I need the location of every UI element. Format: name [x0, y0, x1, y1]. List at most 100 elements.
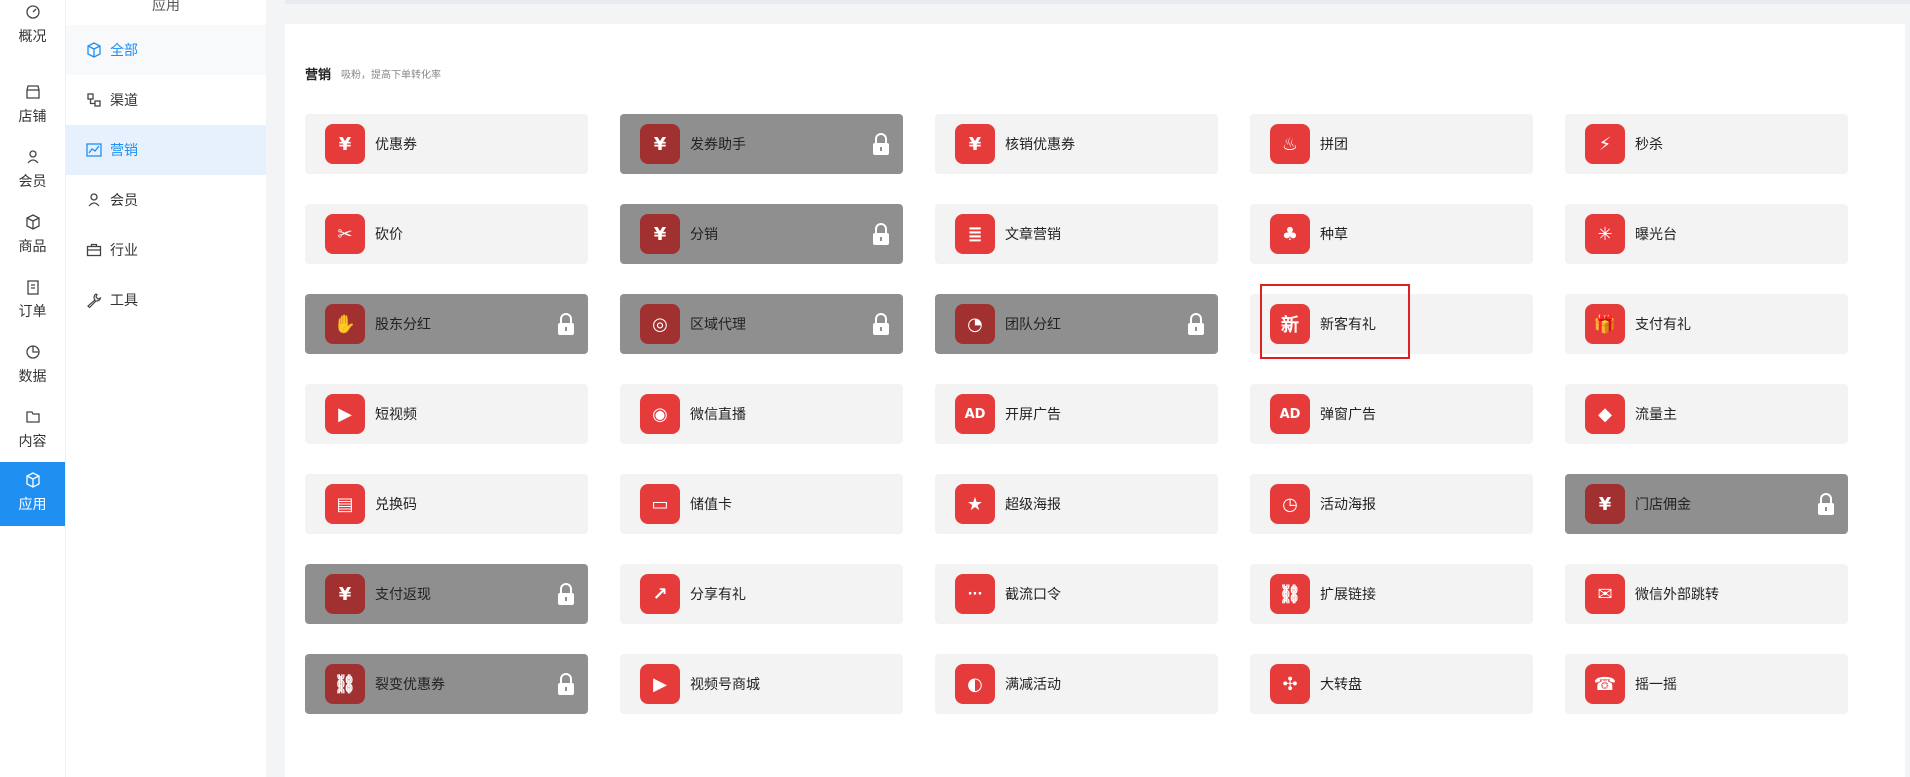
app-label: 开屏广告 — [1005, 407, 1061, 423]
app-icon: ✂ — [325, 214, 365, 254]
dashboard-icon — [25, 5, 40, 19]
pie-icon — [25, 345, 40, 359]
rail-item-orders[interactable]: 订单 — [0, 275, 65, 339]
rail-label: 商品 — [18, 239, 47, 255]
top-divider — [285, 0, 1910, 4]
app-icon: ▤ — [325, 484, 365, 524]
wrench-icon — [87, 293, 102, 308]
app-icon: ♨ — [1270, 124, 1310, 164]
app-card[interactable]: ◐ 满减活动 — [935, 654, 1218, 714]
subnav-label: 渠道 — [110, 93, 138, 109]
app-label: 砍价 — [375, 227, 403, 243]
subnav-item-tools[interactable]: 工具 — [66, 275, 266, 325]
subnav-label: 全部 — [110, 43, 138, 59]
app-card[interactable]: 🎁 支付有礼 — [1565, 294, 1848, 354]
subnav-item-industry[interactable]: 行业 — [66, 225, 266, 275]
app-card[interactable]: ☎ 摇一摇 — [1565, 654, 1848, 714]
app-card[interactable]: ¥ 门店佣金 — [1565, 474, 1848, 534]
app-card[interactable]: ✂ 砍价 — [305, 204, 588, 264]
app-icon: ◎ — [640, 304, 680, 344]
rail-item-member[interactable]: 会员 — [0, 145, 65, 209]
rail-item-overview[interactable]: 概况 — [0, 0, 65, 55]
app-label: 支付返现 — [375, 587, 431, 603]
app-card[interactable]: ¥ 分销 — [620, 204, 903, 264]
user-icon — [88, 193, 100, 207]
app-icon: ◔ — [955, 304, 995, 344]
subnav-item-member[interactable]: 会员 — [66, 175, 266, 225]
app-card[interactable]: ≣ 文章营销 — [935, 204, 1218, 264]
app-card[interactable]: AD 弹窗广告 — [1250, 384, 1533, 444]
app-card[interactable]: ··· 截流口令 — [935, 564, 1218, 624]
rail-label: 概况 — [18, 29, 47, 45]
rail-item-content[interactable]: 内容 — [0, 405, 65, 469]
app-card[interactable]: ◎ 区域代理 — [620, 294, 903, 354]
app-label: 弹窗广告 — [1320, 407, 1376, 423]
section-title: 营销 — [305, 68, 332, 83]
app-icon: ◐ — [955, 664, 995, 704]
app-card[interactable]: ♣ 种草 — [1250, 204, 1533, 264]
lock-icon — [556, 583, 576, 605]
app-card[interactable]: 新新客有礼 — [1250, 294, 1533, 354]
app-card[interactable]: ▭ 储值卡 — [620, 474, 903, 534]
app-card[interactable]: ▶ 短视频 — [305, 384, 588, 444]
subnav-item-all[interactable]: 全部 — [66, 25, 266, 75]
app-icon: ☎ — [1585, 664, 1625, 704]
rail-item-apps[interactable]: 应用 — [0, 462, 65, 526]
app-icon: 新 — [1270, 304, 1310, 344]
app-label: 兑换码 — [375, 497, 417, 513]
app-card[interactable]: ◉ 微信直播 — [620, 384, 903, 444]
app-icon: ¥ — [1585, 484, 1625, 524]
app-label: 微信直播 — [690, 407, 746, 423]
app-label: 发券助手 — [690, 137, 746, 153]
app-label: 曝光台 — [1635, 227, 1677, 243]
app-label: 支付有礼 — [1635, 317, 1691, 333]
app-card[interactable]: ◔ 团队分红 — [935, 294, 1218, 354]
rail-item-goods[interactable]: 商品 — [0, 210, 65, 274]
app-label: 新客有礼 — [1320, 317, 1376, 333]
rail-item-store[interactable]: 店铺 — [0, 80, 65, 144]
app-icon: ⛓ — [325, 664, 365, 704]
app-label: 区域代理 — [690, 317, 746, 333]
rail-item-data[interactable]: 数据 — [0, 340, 65, 404]
subnav-item-channel[interactable]: 渠道 — [66, 75, 266, 125]
app-card[interactable]: ✉ 微信外部跳转 — [1565, 564, 1848, 624]
app-card[interactable]: ¥ 核销优惠券 — [935, 114, 1218, 174]
app-card[interactable]: ▶ 视频号商城 — [620, 654, 903, 714]
app-card[interactable]: ¥ 优惠券 — [305, 114, 588, 174]
main-panel: 营销 吸粉，提高下单转化率 ¥ 优惠券 ¥ 发券助手 ¥ 核销优惠券 ♨ 拼团 ⚡ 秒杀 ✂ 砍价 ¥ 分… — [285, 24, 1905, 777]
subnav-item-marketing[interactable]: 营销 — [66, 125, 266, 175]
trend-icon — [86, 143, 102, 157]
app-icon: ▭ — [640, 484, 680, 524]
app-card[interactable]: ⛓ 扩展链接 — [1250, 564, 1533, 624]
lock-icon — [871, 223, 891, 245]
app-card[interactable]: ¥ 发券助手 — [620, 114, 903, 174]
channel-icon — [87, 93, 101, 107]
app-card[interactable]: ◷ 活动海报 — [1250, 474, 1533, 534]
app-card[interactable]: ⛓ 裂变优惠券 — [305, 654, 588, 714]
app-card[interactable]: ♨ 拼团 — [1250, 114, 1533, 174]
box-icon — [25, 214, 40, 230]
app-card[interactable]: ✣ 大转盘 — [1250, 654, 1533, 714]
app-icon: ↗ — [640, 574, 680, 614]
app-card[interactable]: ▤ 兑换码 — [305, 474, 588, 534]
left-rail: 概况 店铺 会员 商品 订单 数据 内容 应用 — [0, 0, 65, 777]
app-card[interactable]: ◆ 流量主 — [1565, 384, 1848, 444]
app-label: 短视频 — [375, 407, 417, 423]
subnav-label: 行业 — [110, 243, 138, 259]
app-card[interactable]: ✋ 股东分红 — [305, 294, 588, 354]
rail-label: 应用 — [18, 497, 47, 513]
app-card[interactable]: ★ 超级海报 — [935, 474, 1218, 534]
app-label: 满减活动 — [1005, 677, 1061, 693]
cube-icon — [25, 472, 40, 488]
store-icon — [25, 85, 40, 99]
app-card[interactable]: ⚡ 秒杀 — [1565, 114, 1848, 174]
app-card[interactable]: ↗ 分享有礼 — [620, 564, 903, 624]
app-label: 超级海报 — [1005, 497, 1061, 513]
app-card[interactable]: ¥ 支付返现 — [305, 564, 588, 624]
cube-icon — [87, 42, 101, 58]
rail-label: 数据 — [18, 369, 47, 385]
app-icon: ¥ — [955, 124, 995, 164]
app-card[interactable]: AD 开屏广告 — [935, 384, 1218, 444]
lock-icon — [871, 133, 891, 155]
app-card[interactable]: ✳ 曝光台 — [1565, 204, 1848, 264]
